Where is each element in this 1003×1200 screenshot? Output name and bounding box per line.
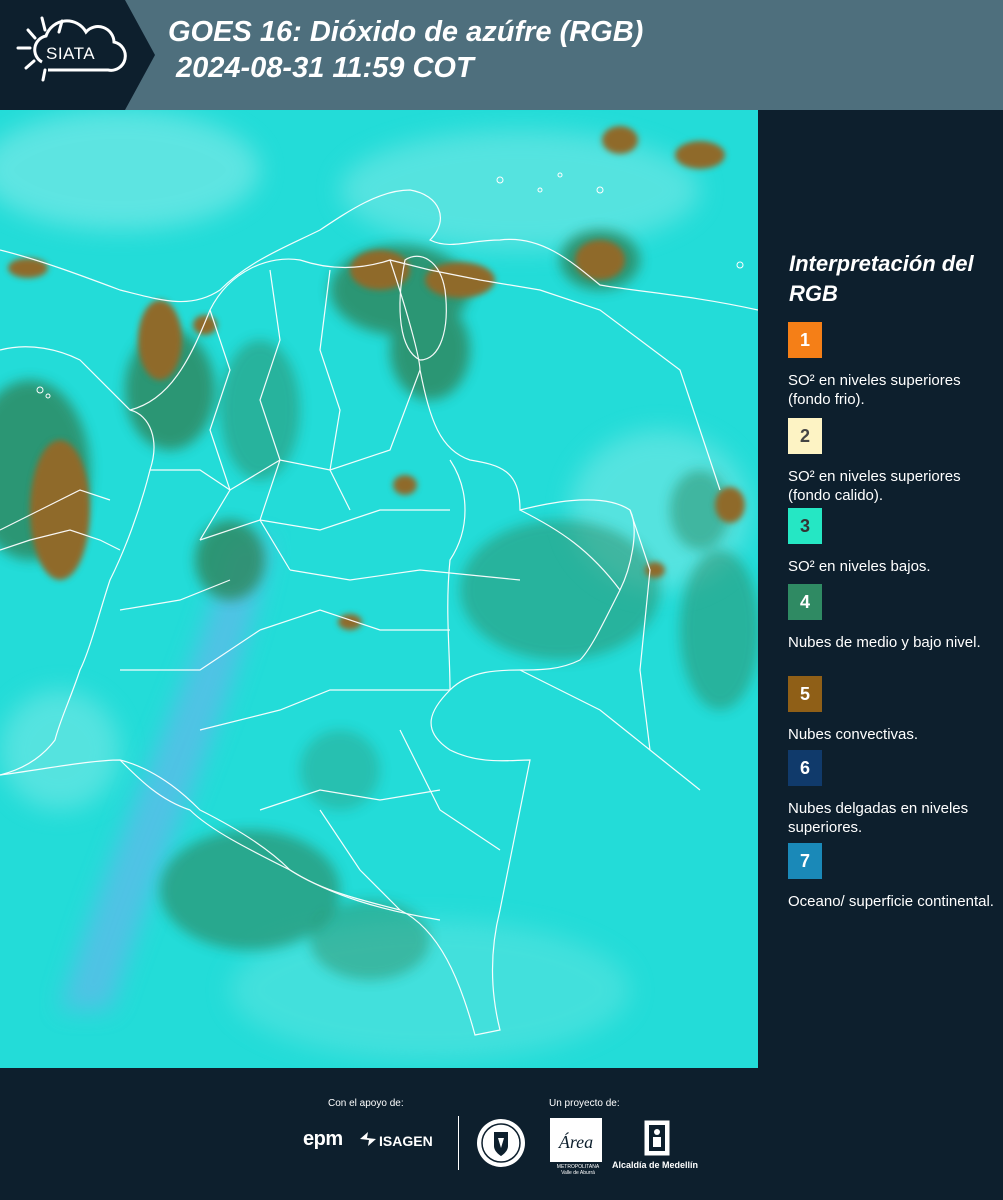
isagen-logo: ISAGEN: [360, 1132, 433, 1149]
map-image: [0, 110, 758, 1068]
footer-divider: [458, 1116, 459, 1170]
legend-swatch-4: 4: [788, 584, 822, 620]
title-timestamp: 2024-08-31 11:59 COT: [176, 52, 474, 84]
legend-title: Interpretación del RGB: [789, 251, 974, 306]
title-product: GOES 16: Dióxido de azúfre (RGB): [168, 16, 644, 48]
legend-number-1: 1: [799, 329, 810, 350]
legend-number-7: 7: [799, 850, 810, 871]
legend-item-2: 2 SO² en niveles superiores (fondo calid…: [788, 418, 998, 505]
legend-item-1: 1 SO² en niveles superiores (fondo frio)…: [788, 322, 998, 409]
satellite-map[interactable]: [0, 110, 758, 1068]
legend-item-6: 6 Nubes delgadas en niveles superiores.: [788, 750, 998, 837]
siata-logo: SIATA: [0, 0, 155, 110]
legend-swatch-3: 3: [788, 508, 822, 544]
area-logo-text: Área: [558, 1131, 593, 1152]
legend-swatch-1: 1: [788, 322, 822, 358]
project-label: Un proyecto de:: [549, 1098, 620, 1109]
legend-number-5: 5: [799, 683, 810, 704]
legend-label-3: SO² en niveles bajos.: [788, 558, 931, 575]
legend-swatch-2: 2: [788, 418, 822, 454]
legend-number-2: 2: [799, 425, 810, 446]
epm-logo: epm: [303, 1128, 343, 1150]
legend-label-4: Nubes de medio y bajo nivel.: [788, 634, 981, 651]
legend-label-1: SO² en niveles superiores (fondo frio).: [788, 372, 961, 408]
page-title: GOES 16: Dióxido de azúfre (RGB) 2024-08…: [168, 14, 643, 86]
legend-swatch-6: 6: [788, 750, 822, 786]
legend-item-4: 4 Nubes de medio y bajo nivel.: [788, 584, 998, 652]
area-metropolitana-logo: Área: [550, 1118, 602, 1162]
legend-swatch-5: 5: [788, 676, 822, 712]
legend-number-4: 4: [799, 591, 810, 612]
legend-number-6: 6: [799, 757, 810, 778]
legend-label-2: SO² en niveles superiores (fondo calido)…: [788, 468, 961, 504]
legend-panel: Interpretación del RGB 1 SO² en niveles …: [762, 110, 1003, 1068]
alcaldia-text: Alcaldía de Medellín: [612, 1160, 699, 1170]
siata-logo-text: SIATA: [46, 44, 96, 63]
university-seal-icon: [477, 1119, 525, 1167]
header-bar: SIATA GOES 16: Dióxido de azúfre (RGB) 2…: [0, 0, 1003, 110]
legend-item-3: 3 SO² en niveles bajos.: [788, 508, 998, 576]
legend-swatch-7: 7: [788, 843, 822, 879]
legend-item-7: 7 Oceano/ superficie continental.: [788, 843, 998, 911]
legend-label-5: Nubes convectivas.: [788, 726, 919, 743]
legend-label-6: Nubes delgadas en niveles superiores.: [788, 800, 969, 836]
legend-number-3: 3: [799, 515, 810, 536]
legend-label-7: Oceano/ superficie continental.: [788, 893, 994, 910]
footer-sponsors: Con el apoyo de: Un proyecto de: epm ISA…: [0, 1068, 1003, 1200]
alcaldia-shield-icon: [644, 1120, 670, 1156]
area-metropolitana-text: METROPOLITANA Valle de Aburrá: [556, 1164, 600, 1176]
support-label: Con el apoyo de:: [328, 1098, 404, 1109]
isagen-text: ISAGEN: [379, 1133, 433, 1149]
isagen-icon: [360, 1132, 376, 1149]
legend-item-5: 5 Nubes convectivas.: [788, 676, 998, 744]
